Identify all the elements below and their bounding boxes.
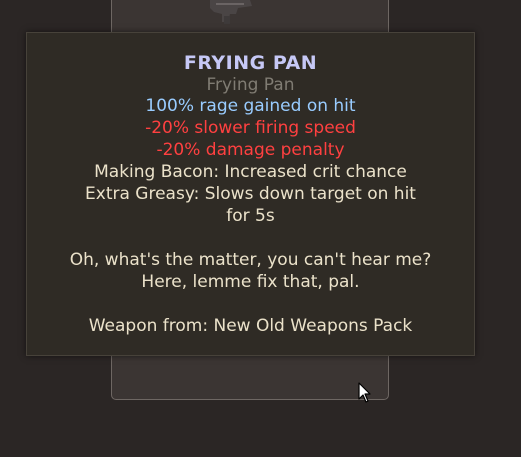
weapon-image [210, 0, 252, 24]
item-name: FRYING PAN [183, 52, 318, 74]
attribute-line: 100% rage gained on hit [145, 96, 356, 116]
item-description: Here, lemme fix that, pal. [141, 272, 360, 292]
attribute-line: -20% slower firing speed [145, 118, 356, 138]
item-description: Oh, what's the matter, you can't hear me… [69, 250, 432, 270]
attribute-line: Extra Greasy: Slows down target on hit [85, 184, 416, 204]
mouse-cursor-icon [358, 382, 371, 403]
attribute-line: Making Bacon: Increased crit chance [94, 162, 407, 182]
item-type: Frying Pan [206, 75, 295, 95]
attribute-line: -20% damage penalty [156, 140, 345, 160]
attribute-line: for 5s [226, 206, 275, 226]
item-source: Weapon from: New Old Weapons Pack [88, 316, 413, 336]
item-tooltip: FRYING PAN Frying Pan 100% rage gained o… [26, 32, 475, 356]
